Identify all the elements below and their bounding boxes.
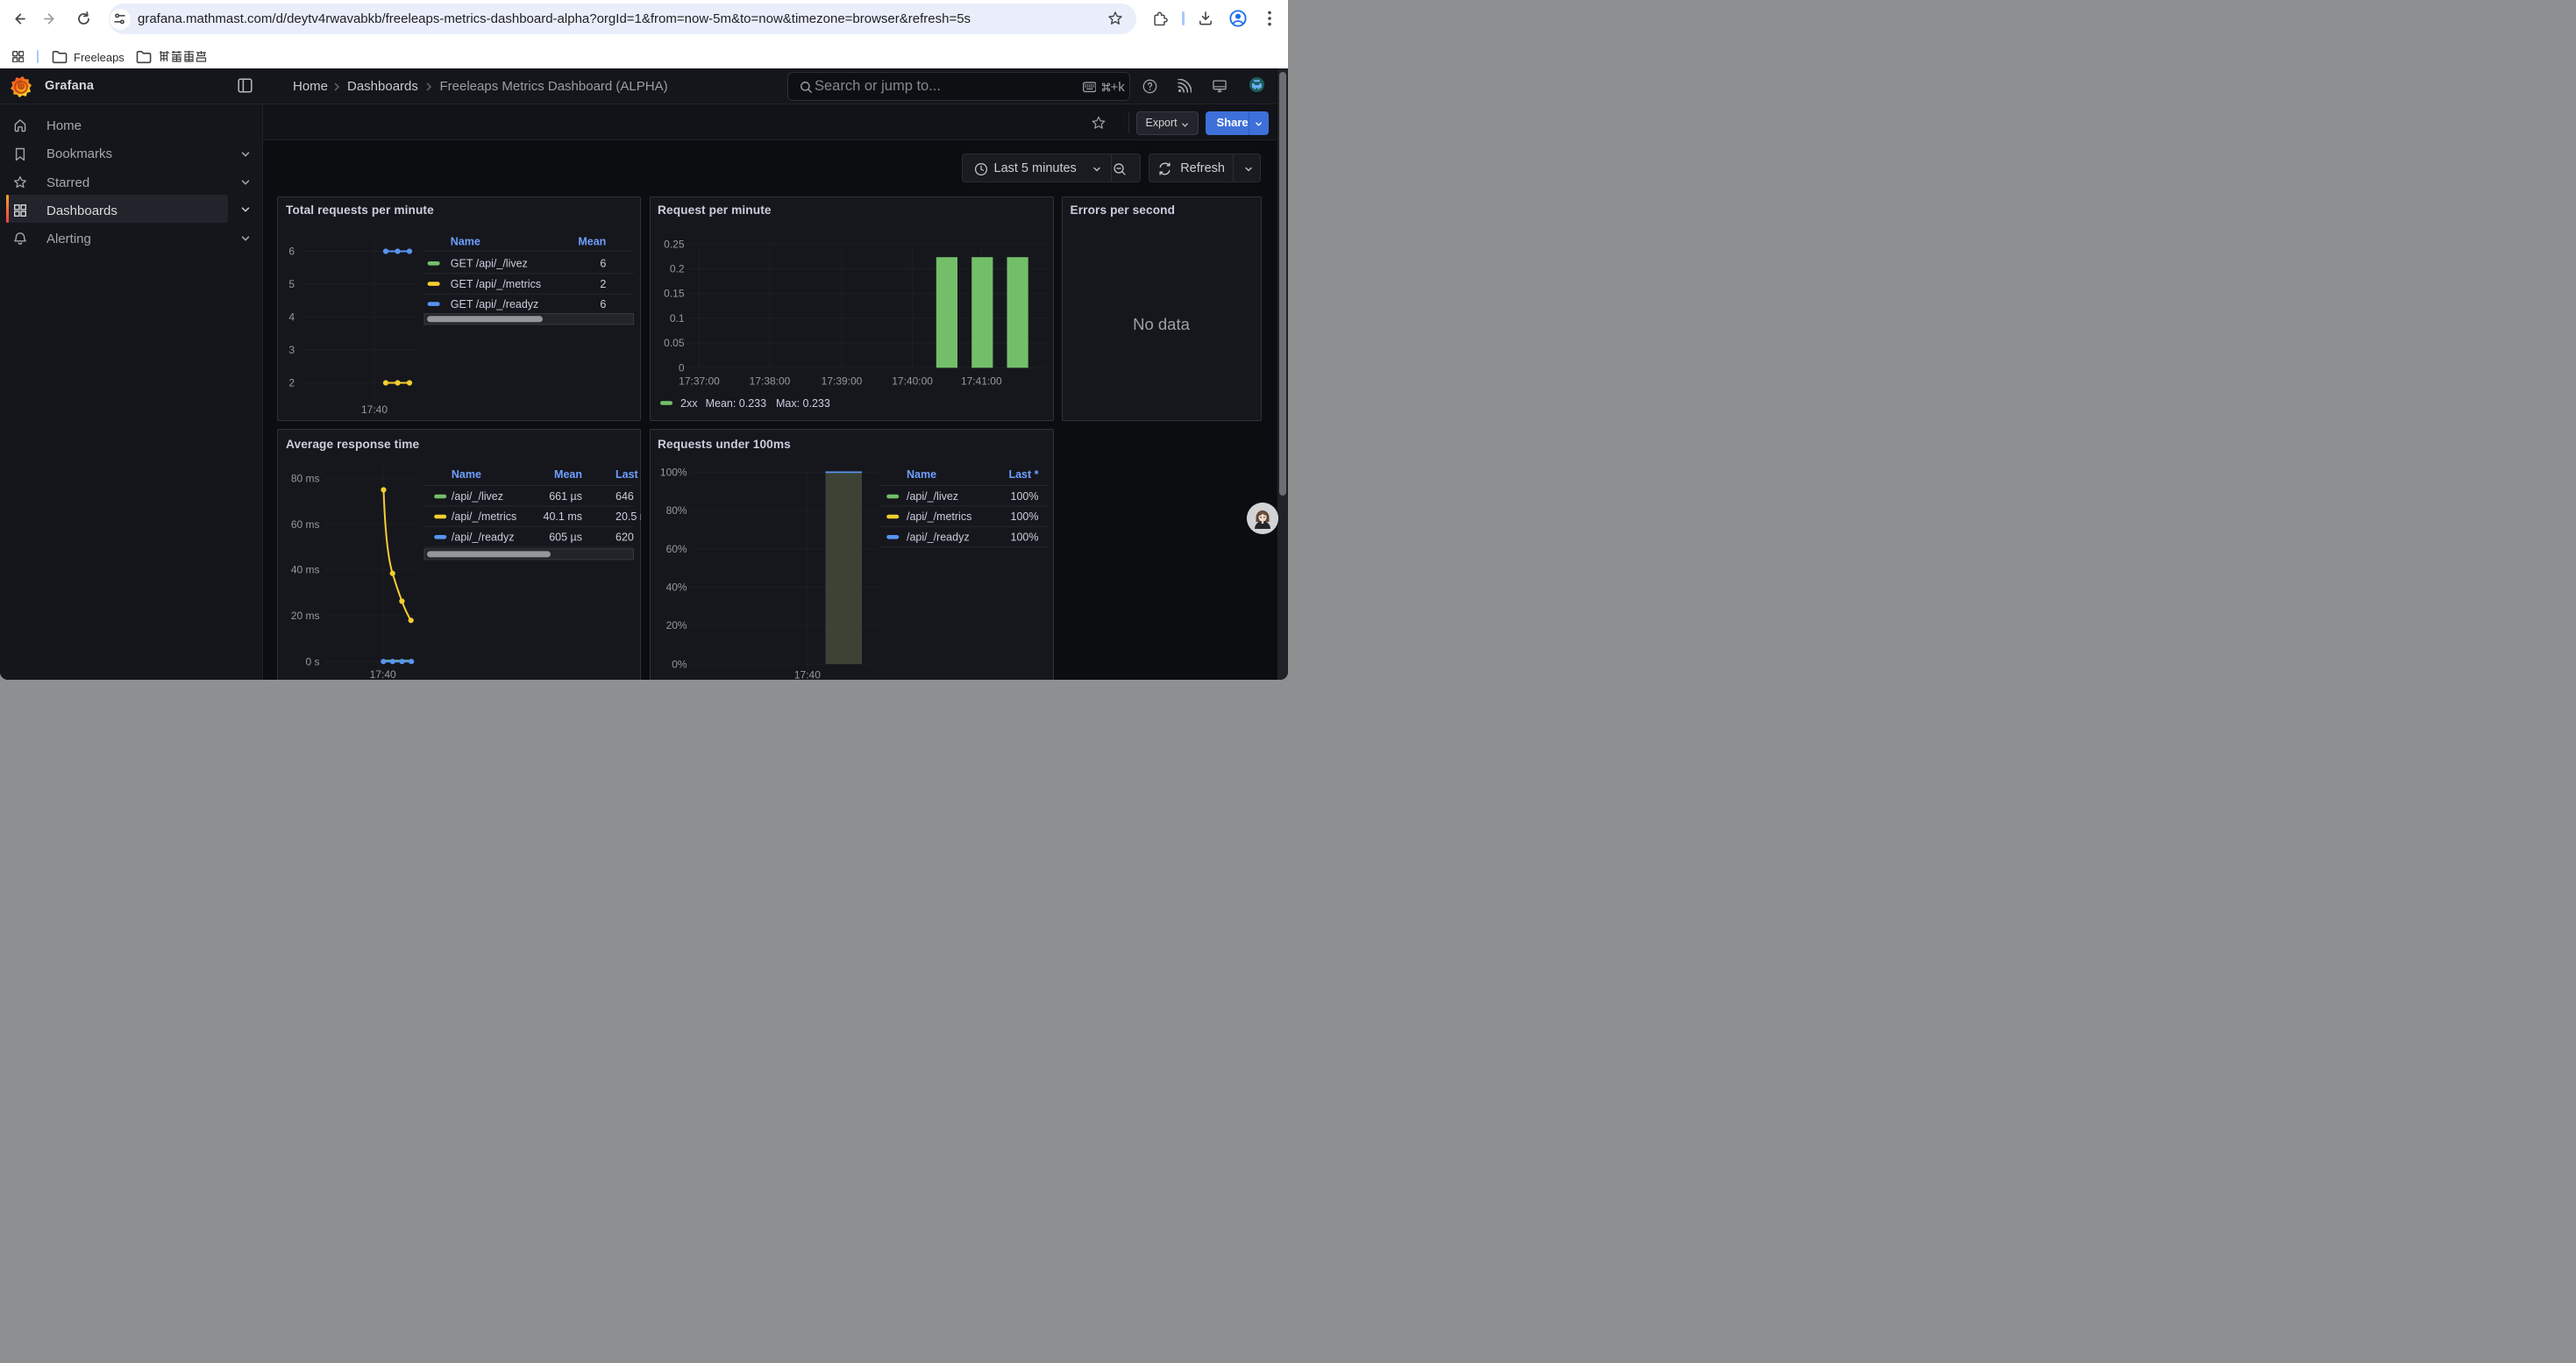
svg-text:6: 6 xyxy=(600,298,606,310)
svg-text:60 ms: 60 ms xyxy=(291,518,320,531)
svg-text:GET /api/_/readyz: GET /api/_/readyz xyxy=(451,298,539,310)
svg-text:17:39:00: 17:39:00 xyxy=(822,375,863,387)
svg-text:20.5 r: 20.5 r xyxy=(616,510,641,523)
svg-text:0.15: 0.15 xyxy=(664,287,685,299)
svg-text:60%: 60% xyxy=(666,543,687,555)
svg-text:/api/_/metrics: /api/_/metrics xyxy=(907,510,971,523)
svg-text:3: 3 xyxy=(288,344,295,356)
svg-text:4: 4 xyxy=(288,310,295,323)
svg-text:/api/_/livez: /api/_/livez xyxy=(452,490,503,503)
svg-text:40%: 40% xyxy=(666,582,687,594)
svg-text:80 ms: 80 ms xyxy=(291,473,320,485)
svg-text:40.1 ms: 40.1 ms xyxy=(544,510,582,523)
svg-text:100%: 100% xyxy=(1011,490,1039,503)
svg-text:/api/_/livez: /api/_/livez xyxy=(907,490,958,503)
svg-text:80%: 80% xyxy=(666,504,687,517)
svg-text:661 µs: 661 µs xyxy=(549,490,582,503)
svg-text:6: 6 xyxy=(288,245,295,257)
svg-text:20%: 20% xyxy=(666,619,687,632)
svg-text:GET /api/_/livez: GET /api/_/livez xyxy=(451,257,528,269)
svg-text:0.05: 0.05 xyxy=(664,337,685,349)
svg-text:17:41:00: 17:41:00 xyxy=(961,375,1002,387)
svg-text:6: 6 xyxy=(600,257,606,269)
svg-text:Name: Name xyxy=(451,235,480,247)
svg-text:Mean: Mean xyxy=(578,235,606,247)
svg-text:2: 2 xyxy=(600,278,606,290)
svg-text:/api/_/readyz: /api/_/readyz xyxy=(452,532,515,544)
svg-text:17:37:00: 17:37:00 xyxy=(679,375,720,387)
svg-text:Mean: Mean xyxy=(554,468,582,481)
svg-text:17:40: 17:40 xyxy=(370,668,396,679)
svg-text:17:38:00: 17:38:00 xyxy=(750,375,791,387)
svg-text:Max: 0.233: Max: 0.233 xyxy=(776,397,830,410)
svg-text:0 s: 0 s xyxy=(305,655,319,667)
svg-text:2: 2 xyxy=(288,376,295,389)
svg-text:Last *: Last * xyxy=(1008,468,1038,481)
svg-text:100%: 100% xyxy=(1011,532,1039,544)
svg-text:0: 0 xyxy=(679,361,685,374)
svg-text:Name: Name xyxy=(907,468,936,481)
svg-text:Mean: 0.233: Mean: 0.233 xyxy=(706,397,767,410)
svg-text:17:40: 17:40 xyxy=(361,403,388,415)
svg-text:17:40: 17:40 xyxy=(794,669,821,680)
svg-text:100%: 100% xyxy=(660,467,687,479)
svg-text:605 µs: 605 µs xyxy=(549,532,582,544)
svg-text:0.25: 0.25 xyxy=(664,238,685,250)
svg-text:5: 5 xyxy=(288,278,295,290)
svg-text:0.2: 0.2 xyxy=(670,262,685,275)
svg-text:17:40:00: 17:40:00 xyxy=(892,375,933,387)
svg-text:Last: Last xyxy=(616,468,639,481)
svg-text:20 ms: 20 ms xyxy=(291,610,320,622)
svg-text:/api/_/readyz: /api/_/readyz xyxy=(907,532,970,544)
svg-text:40 ms: 40 ms xyxy=(291,564,320,576)
svg-text:620: 620 xyxy=(616,532,634,544)
svg-text:2xx: 2xx xyxy=(680,397,698,410)
svg-text:0.1: 0.1 xyxy=(670,312,685,325)
svg-text:646: 646 xyxy=(616,490,634,503)
svg-text:GET /api/_/metrics: GET /api/_/metrics xyxy=(451,278,541,290)
svg-text:Name: Name xyxy=(452,468,481,481)
svg-text:100%: 100% xyxy=(1011,510,1039,523)
svg-text:0%: 0% xyxy=(672,658,687,670)
svg-text:/api/_/metrics: /api/_/metrics xyxy=(452,510,516,523)
